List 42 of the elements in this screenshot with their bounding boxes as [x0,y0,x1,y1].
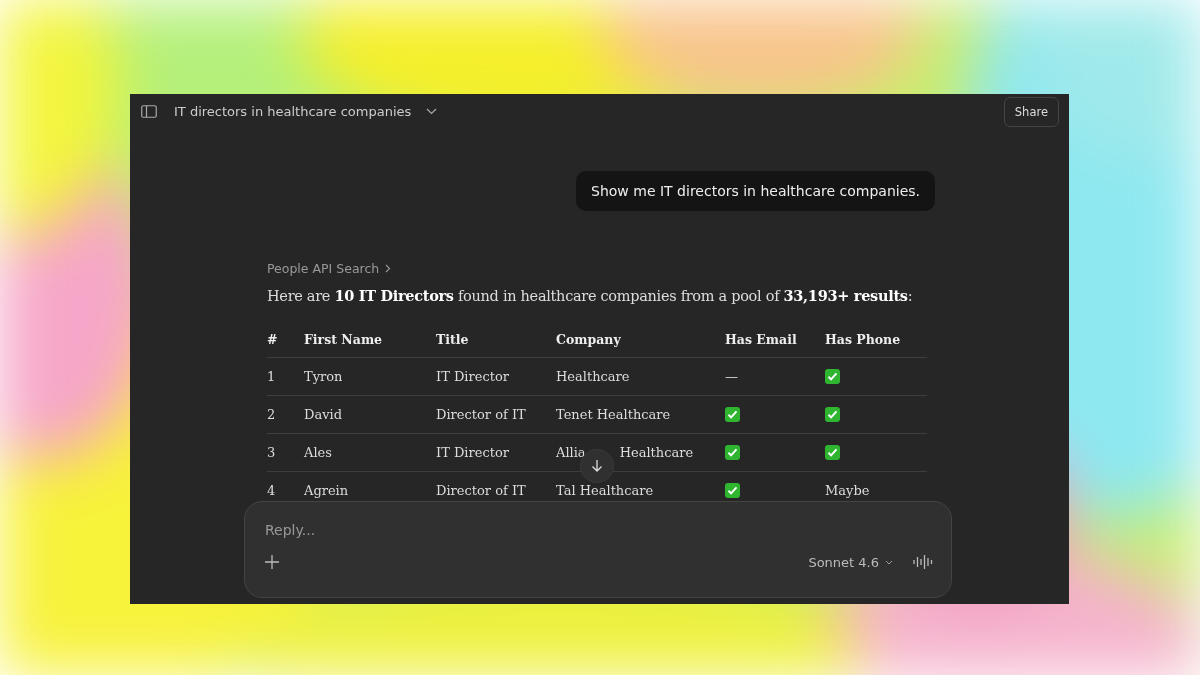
table-cell: IT Director [436,433,556,472]
check-icon [725,445,740,460]
summary-text: Here are 10 IT Directors found in healthcare companies from a pool of 33,193+ results: [267,287,914,304]
column-header: Has Email [725,326,825,358]
table-cell: Tal Healthcare [556,483,654,498]
chat-title[interactable]: IT directors in healthcare companies [174,104,412,119]
column-header: First Name [304,326,436,358]
column-header: # [267,326,304,358]
table-cell: IT Director [436,357,556,396]
table-cell: — [725,369,738,384]
user-message: Show me IT directors in healthcare companies. [576,171,935,211]
share-button[interactable]: Share [1003,96,1059,127]
table-cell: Tyron [304,357,436,396]
table-cell: 1 [267,357,304,396]
model-selector[interactable]: Sonnet 4.6 [808,554,879,570]
tool-call-link[interactable]: People API Search [267,261,392,276]
column-header: Company [556,326,725,358]
table-cell: Ales [304,433,436,472]
check-icon [825,445,840,460]
table-cell: Healthcare [619,445,694,460]
chevron-right-icon [385,264,392,273]
table-cell: 2 [267,395,304,434]
column-header: Title [436,326,556,358]
table-cell: David [304,395,436,434]
table-cell: Allia [556,445,586,460]
voice-icon[interactable] [913,554,933,570]
table-cell: Maybe [825,483,870,498]
reply-input[interactable]: Reply... [265,518,933,542]
arrow-down-icon [591,459,603,473]
sidebar-icon[interactable] [141,105,157,118]
table-cell: Director of IT [436,395,556,434]
check-icon [725,407,740,422]
chevron-down-icon[interactable] [426,108,438,115]
check-icon [725,483,740,498]
check-icon [825,369,840,384]
check-icon [825,407,840,422]
chevron-down-icon[interactable] [885,559,893,565]
table-cell: Tenet Healthcare [556,407,671,422]
table-cell: Healthcare [556,369,630,384]
column-header: Has Phone [825,326,927,358]
table-cell: 3 [267,433,304,472]
plus-icon[interactable] [265,555,279,569]
